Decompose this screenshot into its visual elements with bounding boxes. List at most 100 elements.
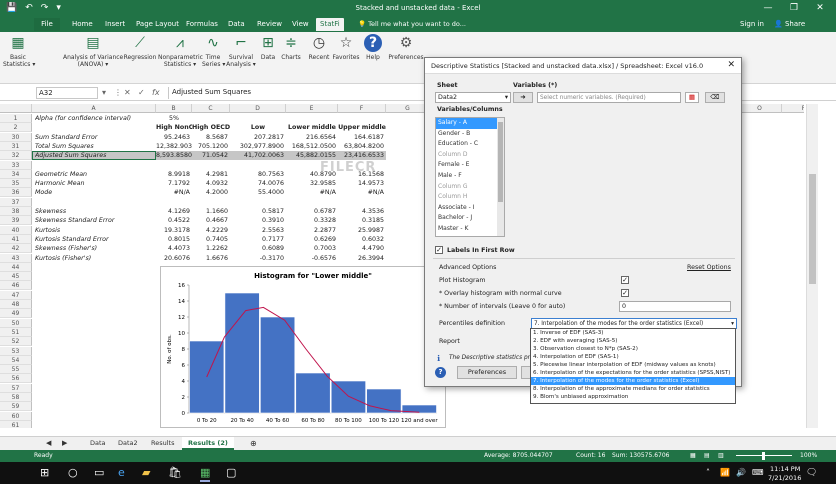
table-cell[interactable]: 2.2877 <box>286 226 338 235</box>
table-cell[interactable]: 302,977.8900 <box>230 142 286 151</box>
table-cell[interactable]: 0.6269 <box>286 235 338 244</box>
table-cell[interactable]: 95.2463 <box>156 133 192 142</box>
variables-scroll-thumb[interactable] <box>498 122 503 202</box>
percentile-option[interactable]: 2. EDF with averaging (SAS-5) <box>531 337 735 345</box>
table-cell[interactable]: 0.5817 <box>230 207 286 216</box>
windows-start-icon[interactable]: ⊞ <box>40 466 49 480</box>
preferences-button[interactable]: Preferences <box>457 366 517 379</box>
row-header[interactable]: 59 <box>0 402 32 412</box>
percentile-option[interactable]: 3. Observation closest to N*p (SAS-2) <box>531 345 735 353</box>
clear-variables-button[interactable]: ⌫ <box>705 92 725 103</box>
normal-view-icon[interactable]: ▦ <box>690 450 696 462</box>
namebox-dropdown-icon[interactable]: ▾ <box>102 88 106 97</box>
row-label-cell[interactable]: Sum Standard Error <box>35 133 159 142</box>
percentile-option[interactable]: 8. Interpolation of the approximate medi… <box>531 385 735 393</box>
table-cell[interactable] <box>192 198 230 207</box>
table-cell[interactable]: 4.4073 <box>156 244 192 253</box>
survival-analysis-button[interactable]: ⌐ Survival Analysis ▾ <box>225 34 257 68</box>
row-header[interactable]: 55 <box>0 365 32 375</box>
row-header[interactable]: 48 <box>0 300 32 309</box>
excel-taskbar-icon[interactable]: ▦ <box>200 466 211 482</box>
tab-home[interactable]: Home <box>68 18 97 31</box>
table-cell[interactable]: 25.9987 <box>338 226 386 235</box>
select-all-corner[interactable] <box>0 104 32 113</box>
variable-list-item[interactable]: Gender - B <box>436 129 504 140</box>
variable-list-item[interactable]: Education - C <box>436 139 504 150</box>
row-header[interactable]: 41 <box>0 234 32 244</box>
table-cell[interactable]: Low <box>230 123 286 132</box>
row-label-cell[interactable]: Mode <box>35 188 159 197</box>
row-header[interactable]: 2 <box>0 123 32 133</box>
table-cell[interactable]: 26.3994 <box>338 254 386 263</box>
sheet-tab-data2[interactable]: Data2 <box>112 437 144 450</box>
table-cell[interactable] <box>192 114 230 123</box>
table-cell[interactable]: 0.7003 <box>286 244 338 253</box>
prev-sheet-icon[interactable]: ◀ <box>40 437 57 450</box>
row-label-cell[interactable] <box>35 198 159 207</box>
variable-list-item[interactable]: Master - K <box>436 224 504 235</box>
table-cell[interactable]: 4.2981 <box>192 170 230 179</box>
time-series-button[interactable]: ∿ Time Series ▾ <box>202 34 225 68</box>
column-header-c[interactable]: C <box>192 104 230 113</box>
row-header[interactable]: 40 <box>0 225 32 235</box>
file-explorer-icon[interactable]: ▰ <box>142 466 150 480</box>
variable-list-item[interactable]: Column H <box>436 192 504 203</box>
variables-input[interactable]: Select numeric variables. (Required) <box>537 92 681 103</box>
column-header-o[interactable]: O <box>738 104 782 113</box>
row-header[interactable]: 53 <box>0 346 32 356</box>
row-label-cell[interactable] <box>35 161 159 170</box>
table-cell[interactable]: 63,804.8200 <box>338 142 386 151</box>
tab-insert[interactable]: Insert <box>101 18 129 31</box>
sheet-tab-results-2[interactable]: Results (2) <box>182 437 234 450</box>
row-header[interactable]: 57 <box>0 383 32 393</box>
table-cell[interactable]: 19.3178 <box>156 226 192 235</box>
row-label-cell[interactable]: Kurtosis (Fisher's) <box>35 254 159 263</box>
overlay-curve-checkbox[interactable]: ✓ <box>621 289 629 297</box>
nonparametric-button[interactable]: ⩘ Nonparametric Statistics ▾ <box>158 34 203 68</box>
table-cell[interactable]: 41,702.0063 <box>230 151 286 160</box>
column-header-f[interactable]: F <box>338 104 386 113</box>
table-cell[interactable]: 4.0932 <box>192 179 230 188</box>
percentile-option[interactable]: 6. Interpolation of the expectations for… <box>531 369 735 377</box>
tab-review[interactable]: Review <box>253 18 286 31</box>
row-header[interactable]: 31 <box>0 141 32 151</box>
favorites-button[interactable]: ☆ Favorites <box>332 34 360 61</box>
row-header[interactable]: 49 <box>0 309 32 319</box>
table-cell[interactable]: 20.6076 <box>156 254 192 263</box>
taskbar-date[interactable]: 7/21/2016 <box>768 474 801 482</box>
table-cell[interactable]: 4.2000 <box>192 188 230 197</box>
taskbar-time[interactable]: 11:14 PM <box>770 465 800 473</box>
notifications-icon[interactable]: 🗨 <box>806 466 817 480</box>
network-icon[interactable]: 📶 <box>720 466 730 480</box>
table-cell[interactable]: 80.7563 <box>230 170 286 179</box>
row-label-cell[interactable]: Harmonic Mean <box>35 179 159 188</box>
dialog-close-icon[interactable]: ✕ <box>727 60 735 70</box>
row-header[interactable]: 35 <box>0 179 32 189</box>
table-cell[interactable]: 8,593.8580 <box>156 151 192 160</box>
sheet-tab-data[interactable]: Data <box>84 437 112 450</box>
row-header[interactable]: 47 <box>0 290 32 300</box>
table-cell[interactable]: 5% <box>156 114 192 123</box>
name-box[interactable]: A32 <box>36 87 98 99</box>
zoom-level[interactable]: 100% <box>800 450 817 462</box>
variables-list[interactable]: Salary - A Gender - B Education - C Column … <box>435 117 505 237</box>
table-cell[interactable]: 1.2262 <box>192 244 230 253</box>
table-cell[interactable]: 0.7405 <box>192 235 230 244</box>
row-header[interactable]: 56 <box>0 374 32 384</box>
table-cell[interactable]: #N/A <box>338 188 386 197</box>
variable-list-item[interactable]: Male - F <box>436 171 504 182</box>
variable-list-item[interactable]: Column D <box>436 150 504 161</box>
row-header[interactable]: 54 <box>0 355 32 365</box>
cancel-icon[interactable]: ✕ <box>124 88 131 97</box>
table-cell[interactable] <box>192 161 230 170</box>
percentile-option[interactable]: 9. Blom's unbiased approximation <box>531 393 735 401</box>
search-icon[interactable]: ○ <box>68 466 78 480</box>
vertical-scrollbar[interactable] <box>806 104 818 428</box>
add-variable-button[interactable]: ➜ <box>513 92 533 103</box>
table-cell[interactable]: Lower middle <box>286 123 338 132</box>
table-cell[interactable]: 55.4000 <box>230 188 286 197</box>
percentile-option[interactable]: 4. Interpolation of EDF (SAS-1) <box>531 353 735 361</box>
column-header-a[interactable]: A <box>32 104 156 113</box>
table-cell[interactable]: 168,512.0500 <box>286 142 338 151</box>
variable-list-item[interactable]: Column G <box>436 182 504 193</box>
